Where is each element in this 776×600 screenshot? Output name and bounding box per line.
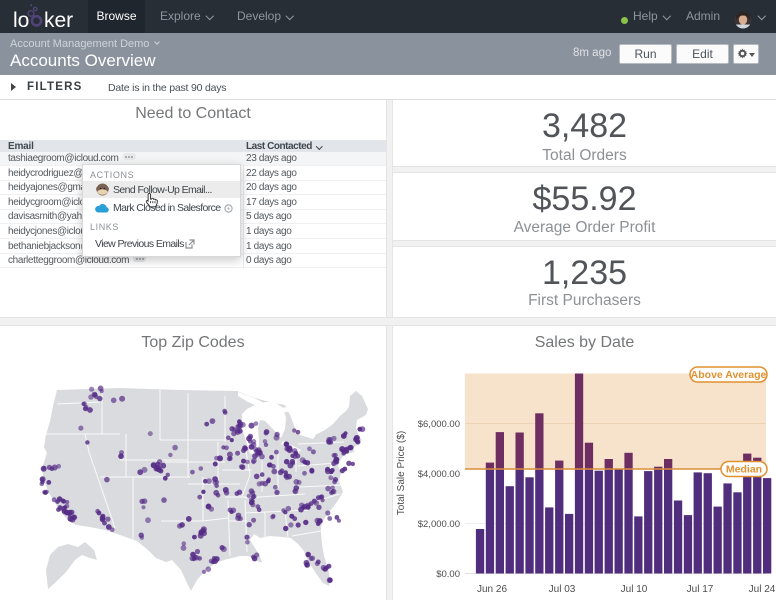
svg-text:Jul 10: Jul 10 — [621, 584, 648, 595]
svg-text:$4,000.00: $4,000.00 — [418, 469, 460, 480]
svg-text:Total Sale Price ($): Total Sale Price ($) — [396, 431, 407, 515]
svg-text:$2,000.00: $2,000.00 — [418, 519, 460, 530]
svg-text:Jul 24: Jul 24 — [749, 584, 776, 595]
svg-text:$6,000.00: $6,000.00 — [418, 419, 460, 430]
svg-text:Above Average: Above Average — [691, 369, 767, 381]
svg-text:Median: Median — [726, 464, 762, 476]
svg-text:Jul 03: Jul 03 — [549, 584, 576, 595]
svg-text:Jun 26: Jun 26 — [477, 584, 507, 595]
svg-text:ker: ker — [44, 9, 73, 32]
svg-text:$0.00: $0.00 — [436, 569, 460, 580]
svg-text:lo: lo — [13, 9, 29, 32]
svg-text:Jul 17: Jul 17 — [687, 584, 714, 595]
